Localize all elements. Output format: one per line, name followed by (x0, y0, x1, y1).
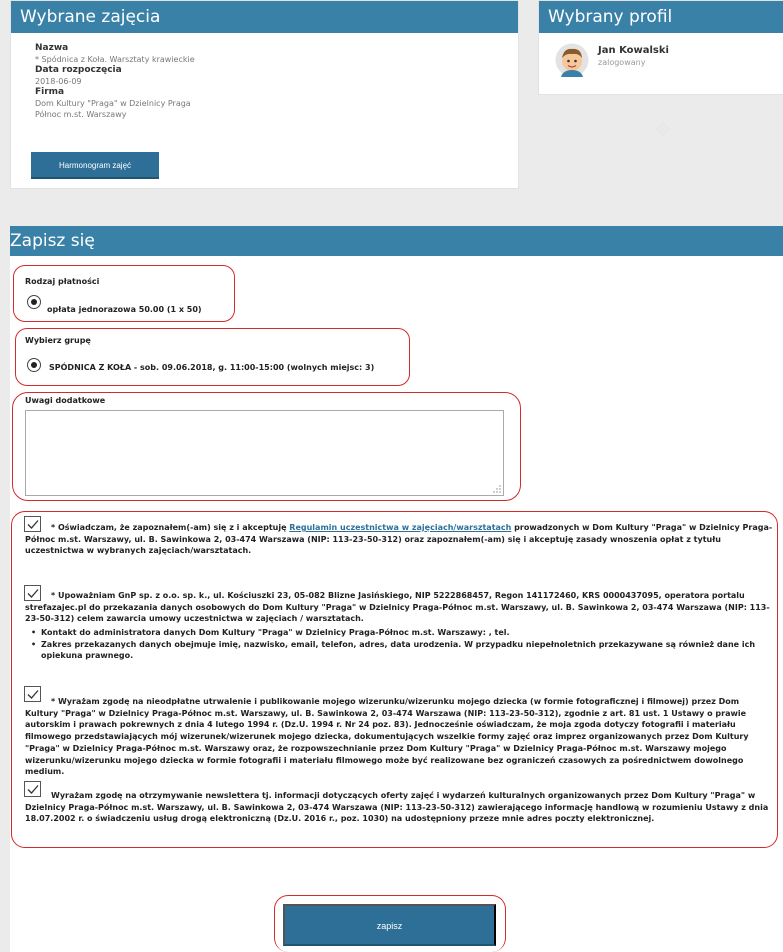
consent4-text: Wyrażam zgodę na otrzymywanie newsletter… (25, 791, 769, 824)
payment-radio[interactable] (27, 295, 41, 309)
company-label: Firma (35, 87, 65, 97)
diamond-icon (656, 122, 670, 136)
consent2-text: * Upoważniam GnP sp. z o.o. sp. k., ul. … (25, 591, 770, 624)
group-option-label: SPÓDNICA Z KOŁA - sob. 09.06.2018, g. 11… (49, 363, 375, 372)
start-date-value: 2018-06-09 (35, 77, 82, 86)
class-name-label: Nazwa (35, 43, 69, 53)
profile-name: Jan Kowalski (598, 45, 669, 56)
notes-label: Uwagi dodatkowe (25, 396, 106, 405)
selected-class-info: Nazwa * Spódnica z Koła. Warsztaty krawi… (11, 33, 518, 120)
selected-class-title: Wybrane zajęcia (11, 1, 518, 33)
signup-title: Zapisz się (10, 231, 95, 251)
consent2-bullet-contact: Kontakt do administratora danych Dom Kul… (31, 627, 766, 639)
notes-textarea[interactable] (25, 410, 504, 496)
selected-profile-panel: Wybrany profil Jan Kowalski zalogowany (538, 0, 783, 95)
submit-button[interactable]: zapisz (283, 904, 496, 946)
company-value-line2: Północ m.st. Warszawy (35, 110, 127, 119)
profile-card[interactable]: Jan Kowalski zalogowany (539, 33, 783, 77)
company-value-line1: Dom Kultury "Praga" w Dzielnicy Praga (35, 99, 191, 108)
resize-grip-icon[interactable] (493, 485, 501, 493)
schedule-button[interactable]: Harmonogram zajęć (31, 152, 159, 179)
avatar (555, 43, 589, 77)
selected-profile-title: Wybrany profil (539, 1, 783, 33)
signup-header: Zapisz się (10, 226, 783, 256)
consent2-bullets: Kontakt do administratora danych Dom Kul… (31, 627, 766, 662)
page: Wybrane zajęcia Nazwa * Spódnica z Koła.… (0, 0, 783, 952)
group-label: Wybierz grupę (25, 336, 91, 345)
consent1-text: * Oświadczam, że zapoznałem(-am) się z i… (25, 523, 773, 556)
consent3-text: * Wyrażam zgodę na nieodpłatne utrwaleni… (25, 697, 749, 777)
regulations-link[interactable]: Regulamin uczestnictwa w zajęciach/warsz… (289, 523, 511, 532)
payment-label: Rodzaj płatności (25, 277, 100, 286)
payment-option-label: opłata jednorazowa 50.00 (1 x 50) (47, 305, 202, 314)
group-radio[interactable] (27, 358, 41, 372)
consent2-bullet-scope: Zakres przekazanych danych obejmuje imię… (31, 639, 766, 662)
class-name-value: * Spódnica z Koła. Warsztaty krawieckie (35, 55, 195, 64)
profile-status: zalogowany (598, 58, 646, 67)
start-date-label: Data rozpoczęcia (35, 65, 122, 75)
